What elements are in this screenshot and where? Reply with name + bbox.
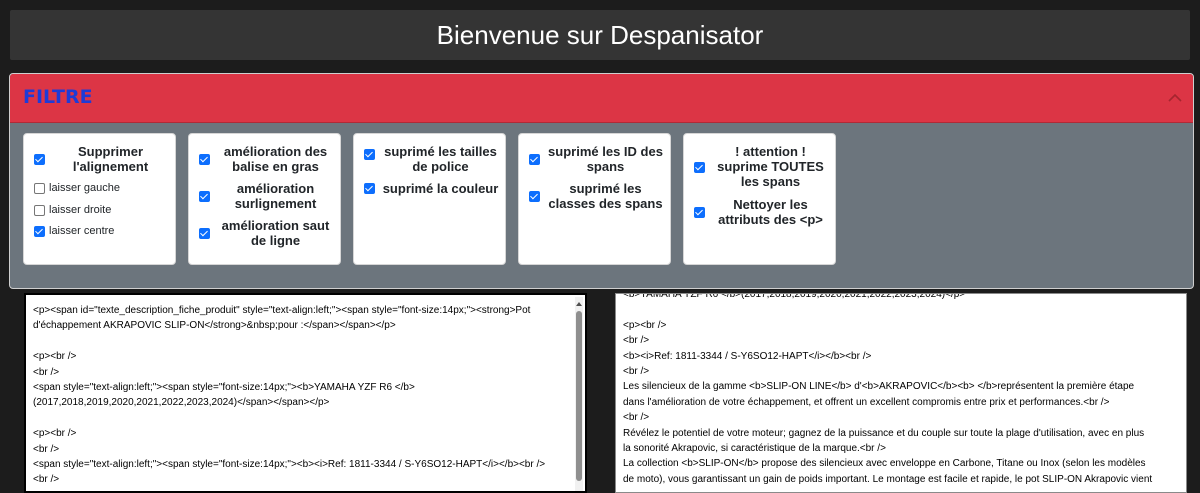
output-line: Les silencieux de la gamme <b>SLIP-ON LI… (623, 381, 1135, 393)
output-line: <b>YAMAHA YZF R6 </b>(2017,2018,2019,202… (623, 293, 966, 300)
checkbox-laisser-droite[interactable] (34, 205, 45, 216)
checkbox-tailles-police[interactable] (364, 149, 375, 160)
filter-card-amelioration: amélioration des balise en gras améliora… (188, 133, 341, 265)
checkbox-amelioration-saut-ligne[interactable] (199, 228, 210, 239)
checkbox-laisser-centre[interactable] (34, 226, 45, 237)
checkbox-amelioration-gras[interactable] (199, 154, 210, 165)
output-line: Révélez le potentiel de votre moteur; ga… (623, 427, 1145, 439)
input-lines: <p><span id="texte_description_fiche_pro… (33, 303, 579, 488)
filter-card-police: suprimé les tailles de police suprimé la… (353, 133, 506, 265)
option-label: suprimé les classes des spans (548, 181, 663, 211)
scroll-up-arrow-icon[interactable] (576, 302, 582, 306)
checkbox-suprime-toutes-spans[interactable] (694, 162, 705, 173)
option-label: suprimé la couleur (382, 181, 499, 196)
option-label: amélioration surlignement (234, 181, 317, 211)
input-line: <p><span id="texte_description_fiche_pro… (33, 305, 531, 316)
option-label: Nettoyer les attributs des <p> (718, 197, 823, 227)
input-line: d'échappement AKRAPOVIC SLIP-ON</strong>… (33, 320, 396, 332)
option-label: ! attention ! suprime TOUTES les spans (717, 144, 824, 189)
option-label: amélioration saut de ligne (221, 218, 330, 248)
output-line: <b><i>Ref: 1811-3344 / S-Y6SO12-HAPT</i>… (623, 350, 872, 362)
page-header: Bienvenue sur Despanisator (10, 10, 1190, 60)
output-line: <br /> (623, 412, 650, 424)
checkbox-classes-spans[interactable] (529, 191, 540, 202)
output-line: <br /> (623, 366, 650, 378)
input-textarea[interactable]: <p><span id="texte_description_fiche_pro… (24, 293, 587, 493)
output-lines: <b>YAMAHA YZF R6 </b>(2017,2018,2019,202… (623, 293, 1176, 487)
input-line: <br /> (33, 366, 60, 378)
output-line: <br /> (623, 335, 650, 347)
input-line (33, 334, 579, 349)
output-line: La collection <b>SLIP-ON</b> propose des… (623, 458, 1146, 470)
input-line: <br /> (33, 443, 60, 455)
checkbox-supprimer-alignement[interactable] (34, 154, 45, 165)
option-label: amélioration des balise en gras (223, 144, 328, 174)
filter-card-spans: suprimé les ID des spans suprimé les cla… (518, 133, 671, 265)
filter-title: FILTRE (23, 86, 93, 108)
checkbox-id-spans[interactable] (529, 154, 540, 165)
checkbox-laisser-gauche[interactable] (34, 183, 45, 194)
input-line: (2017,2018,2019,2020,2021,2022,2023,2024… (33, 397, 330, 409)
filter-accordion: FILTRE Supprimer l'alignement laisser ga… (9, 73, 1194, 289)
checkbox-amelioration-surlignement[interactable] (199, 191, 210, 202)
filter-accordion-header[interactable]: FILTRE (10, 74, 1193, 123)
input-line: <br /> (33, 474, 60, 486)
output-line: de moto), vous garantissant un gain de p… (623, 473, 1153, 485)
page-title: Bienvenue sur Despanisator (436, 19, 764, 50)
output-line: dans l'amélioration de votre échappement… (623, 396, 1110, 408)
chevron-up-icon[interactable] (1167, 90, 1183, 106)
option-label: laisser centre (49, 225, 115, 237)
input-line: <p><br /> (33, 428, 77, 440)
input-line: <span style="text-align:left;"><span sty… (33, 459, 546, 471)
option-label: suprimé les ID des spans (548, 144, 663, 174)
input-scrollbar[interactable] (575, 297, 583, 491)
filter-card-attention: ! attention ! suprime TOUTES les spans N… (683, 133, 836, 265)
input-scrollbar-thumb[interactable] (576, 311, 582, 481)
input-line (33, 411, 579, 426)
checkbox-nettoyer-attributs[interactable] (694, 207, 705, 218)
checkbox-couleur[interactable] (364, 183, 375, 194)
filter-card-alignment: Supprimer l'alignement laisser gauche la… (23, 133, 176, 265)
output-line: <p><br /> (623, 319, 667, 331)
option-label: Supprimer l'alignement (72, 144, 149, 174)
output-line: la sonorité Akrapovic, si caractéristiqu… (623, 443, 886, 455)
option-label: laisser droite (49, 204, 112, 216)
input-line: <span style="text-align:left;"><span sty… (33, 382, 415, 394)
input-line: <p><br /> (33, 351, 77, 363)
option-label: suprimé les tailles de police (384, 144, 497, 174)
output-textarea[interactable]: <b>YAMAHA YZF R6 </b>(2017,2018,2019,202… (615, 293, 1187, 493)
option-label: laisser gauche (49, 182, 120, 194)
